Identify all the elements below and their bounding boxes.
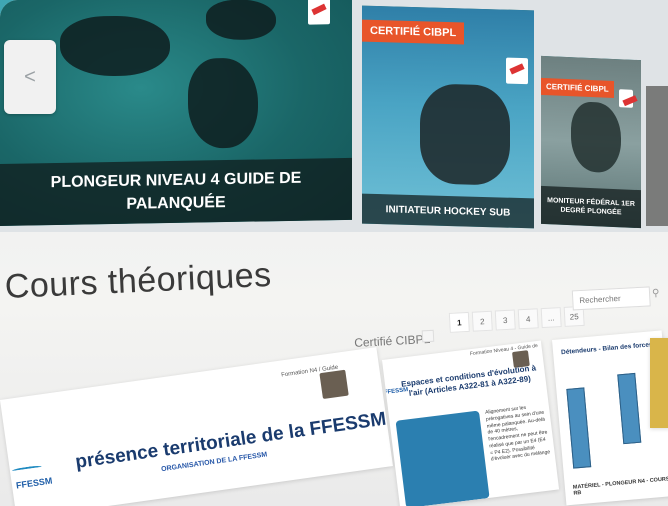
ffessm-logo-icon xyxy=(308,0,330,25)
document-card-partial[interactable] xyxy=(650,338,668,428)
diver-figure xyxy=(60,15,170,77)
search-icon[interactable]: ⚲ xyxy=(652,288,660,299)
page-button-4[interactable]: 4 xyxy=(517,308,539,330)
app-screen: PLONGEUR NIVEAU 4 GUIDE DE PALANQUÉE CER… xyxy=(0,0,668,506)
page-button-2[interactable]: 2 xyxy=(471,310,493,332)
diver-figure xyxy=(420,83,510,186)
filter-bar: Certifié CIBPL 1 2 3 4 ... 25 ⚲ xyxy=(352,283,668,350)
course-card-caption: PLONGEUR NIVEAU 4 GUIDE DE PALANQUÉE xyxy=(0,157,352,226)
ffessm-logo-icon xyxy=(506,57,528,85)
course-card-hockey-sub[interactable]: CERTIFIÉ CIBPL INITIATEUR HOCKEY SUB xyxy=(362,5,534,229)
ffessm-wave-icon xyxy=(11,464,42,474)
regulator-diagram xyxy=(617,372,642,445)
certified-badge: CERTIFIÉ CIBPL xyxy=(362,19,465,45)
ffessm-logo-icon xyxy=(619,89,633,108)
regulator-diagram xyxy=(566,387,592,469)
course-card-partial[interactable] xyxy=(646,86,668,226)
search-input[interactable] xyxy=(571,286,651,311)
certified-filter-label: Certifié CIBPL xyxy=(353,331,431,350)
course-card-caption: INITIATEUR HOCKEY SUB xyxy=(362,193,534,229)
ffessm-logo: FFESSM xyxy=(15,475,53,491)
evolution-zone-diagram xyxy=(395,410,490,506)
course-card-moniteur-e1[interactable]: CERTIFIÉ CIBPL MONITEUR FÉDÉRAL 1er DEGR… xyxy=(541,55,641,229)
document-bullets: Alignement sur les prérogatives au sein … xyxy=(484,404,551,463)
document-title: Détendeurs - Bilan des forces xyxy=(560,341,653,357)
document-caption: MATÉRIEL - PLONGEUR N4 - COURS RB xyxy=(572,476,668,497)
diver-figure xyxy=(206,0,276,41)
document-card-espaces-evolution[interactable]: Formation Niveau 4 - Guide de FFESSM Esp… xyxy=(382,340,560,506)
document-title: présence territoriale de la FFESSM xyxy=(73,408,388,474)
page-button-1[interactable]: 1 xyxy=(448,311,470,333)
certified-badge: CERTIFIÉ CIBPL xyxy=(541,77,614,98)
avatar xyxy=(319,369,349,400)
certified-filter-checkbox[interactable] xyxy=(421,329,435,343)
course-card-caption: MONITEUR FÉDÉRAL 1er DEGRÉ PLONGÉE xyxy=(541,185,641,229)
pagination: 1 2 3 4 ... 25 xyxy=(448,305,588,333)
page-button-3[interactable]: 3 xyxy=(494,309,516,331)
page-ellipsis: ... xyxy=(540,307,562,329)
document-title: Espaces et conditions d'évolution à l'ai… xyxy=(400,363,537,399)
diver-figure xyxy=(188,57,258,149)
chevron-left-icon: < xyxy=(24,65,36,88)
course-carousel: PLONGEUR NIVEAU 4 GUIDE DE PALANQUÉE CER… xyxy=(0,0,668,232)
section-title: Cours théoriques xyxy=(4,255,273,306)
diver-figure xyxy=(571,101,621,174)
document-card-presence-territoriale[interactable]: Formation N4 / Guide FFESSM présence ter… xyxy=(0,347,394,506)
carousel-prev-button[interactable]: < xyxy=(4,40,56,114)
